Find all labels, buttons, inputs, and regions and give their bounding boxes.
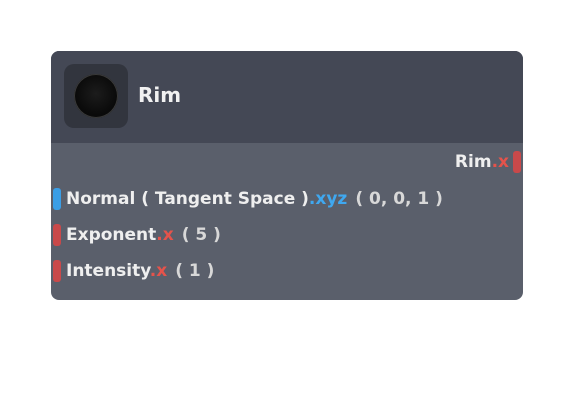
output-port-label: Rim: [454, 152, 492, 172]
input-port-normal: Normal ( Tangent Space ).xyz ( 0, 0, 1 ): [66, 187, 443, 211]
output-socket-rim[interactable]: [513, 151, 521, 173]
input-socket-exponent[interactable]: [53, 224, 61, 246]
node-title: Rim: [138, 83, 182, 107]
input-port-swizzle: .x: [156, 225, 174, 245]
input-default-value[interactable]: ( 5 ): [182, 225, 221, 245]
input-socket-normal[interactable]: [53, 188, 61, 210]
input-port-swizzle: .xyz: [308, 189, 348, 209]
input-port-exponent: Exponent.x ( 5 ): [66, 223, 221, 247]
input-port-intensity: Intensity.x ( 1 ): [66, 259, 214, 283]
input-port-label: Normal ( Tangent Space ): [66, 189, 309, 209]
input-port-label: Exponent: [66, 225, 157, 245]
input-default-value[interactable]: ( 1 ): [175, 261, 214, 281]
input-port-swizzle: .x: [149, 261, 168, 281]
input-default-value[interactable]: ( 0, 0, 1 ): [355, 189, 443, 209]
node-preview: [64, 64, 128, 128]
node-header[interactable]: Rim: [51, 51, 523, 143]
output-port-rim: Rim.x: [455, 150, 509, 174]
input-socket-intensity[interactable]: [53, 260, 61, 282]
rim-node[interactable]: Rim Rim.x Normal ( Tangent Space ).xyz( …: [51, 51, 523, 300]
output-port-swizzle: .x: [491, 152, 509, 172]
sphere-preview-icon: [74, 74, 118, 118]
input-port-label: Intensity: [66, 261, 150, 281]
